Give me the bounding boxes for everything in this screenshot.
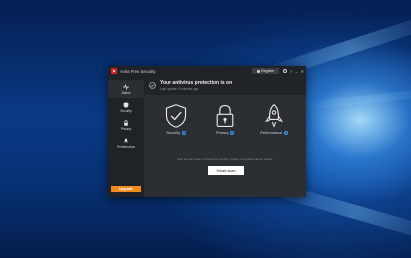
- gear-icon[interactable]: [283, 69, 288, 73]
- status-subtitle: Last update: 5 minutes ago: [160, 87, 199, 91]
- upgrade-button[interactable]: Upgrade: [111, 186, 141, 192]
- close-icon[interactable]: ✕: [301, 69, 304, 74]
- sidebar-item-label: Performance: [116, 144, 136, 149]
- feature-label: Privacy: [216, 131, 229, 135]
- minimize-icon[interactable]: –: [295, 69, 297, 74]
- feature-label: Security: [166, 131, 181, 135]
- info-icon[interactable]: i: [229, 131, 234, 135]
- user-icon: [256, 69, 260, 73]
- pulse-icon: [123, 83, 129, 90]
- light-beam: [299, 87, 411, 111]
- register-label: Register: [261, 69, 275, 73]
- info-icon[interactable]: i: [181, 131, 186, 135]
- feature-privacy[interactable]: Privacy i: [205, 103, 245, 145]
- status-title: Your antivirus protection is on: [160, 80, 233, 86]
- feature-label: Performance: [260, 131, 283, 135]
- shield-icon: [123, 101, 129, 108]
- sidebar-item-status[interactable]: Status: [108, 80, 144, 98]
- title-bar[interactable]: a Avira Free Security Register ? – ✕: [108, 66, 306, 76]
- window-controls: ? – ✕: [283, 67, 304, 75]
- sidebar-item-label: Privacy: [120, 126, 132, 131]
- rocket-icon: [265, 103, 283, 128]
- avira-window: a Avira Free Security Register ? – ✕ Sta…: [108, 66, 306, 197]
- scan-hint: Run a smart scan to check for security, …: [177, 157, 273, 161]
- sidebar-item-privacy[interactable]: Privacy: [108, 116, 144, 134]
- padlock-icon: [216, 105, 234, 127]
- sidebar-item-label: Security: [120, 108, 132, 113]
- sidebar-item-label: Status: [121, 90, 131, 95]
- avira-logo: a: [111, 68, 117, 74]
- smart-scan-button[interactable]: Smart scan: [208, 166, 244, 175]
- sidebar-item-performance[interactable]: Performance: [108, 134, 144, 152]
- feature-security[interactable]: Security i: [156, 103, 196, 145]
- app-title: Avira Free Security: [120, 68, 156, 74]
- feature-performance[interactable]: Performance i: [254, 103, 294, 145]
- lock-icon: [124, 119, 128, 126]
- help-icon[interactable]: ?: [290, 69, 292, 74]
- check-icon: [149, 82, 156, 89]
- sidebar-item-security[interactable]: Security: [108, 98, 144, 116]
- shield-check-icon: [165, 104, 187, 128]
- rocket-icon: [123, 137, 129, 143]
- info-icon[interactable]: i: [283, 131, 288, 135]
- sidebar: Status Security Privacy Performance Upgr…: [108, 76, 144, 197]
- status-banner: Your antivirus protection is on Last upd…: [144, 76, 306, 95]
- register-button[interactable]: Register: [252, 68, 279, 74]
